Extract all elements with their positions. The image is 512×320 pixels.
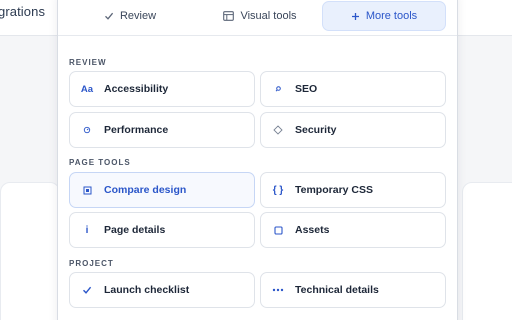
- tool-compare-design[interactable]: Compare design: [69, 172, 255, 208]
- tool-temporary-css[interactable]: { } Temporary CSS: [260, 172, 446, 208]
- tool-label: Accessibility: [104, 83, 169, 95]
- search-icon: [270, 85, 286, 93]
- tab-more-tools[interactable]: More tools: [322, 1, 446, 31]
- tool-seo[interactable]: SEO: [260, 71, 446, 107]
- tab-bar: Review Visual tools More tools: [58, 1, 457, 36]
- tool-label: Compare design: [104, 184, 187, 196]
- tools-panel: Review Visual tools More tools REVIEW Aa…: [57, 0, 458, 320]
- tool-launch-checklist[interactable]: Launch checklist: [69, 272, 255, 308]
- tool-accessibility[interactable]: Aa Accessibility: [69, 71, 255, 107]
- info-icon: i: [85, 224, 89, 236]
- tab-visual-tools[interactable]: Visual tools: [196, 1, 324, 31]
- section-label-page-tools: PAGE TOOLS: [69, 158, 131, 167]
- tool-label: Launch checklist: [104, 284, 190, 296]
- tool-label: Assets: [295, 224, 330, 236]
- compare-icon: [79, 186, 95, 195]
- gauge-icon: [79, 126, 95, 134]
- app-title: grations: [0, 4, 46, 19]
- tool-label: Performance: [104, 124, 169, 136]
- tool-security[interactable]: Security: [260, 112, 446, 148]
- background-card: [0, 182, 60, 320]
- check-icon: [104, 11, 114, 21]
- check-icon: [79, 285, 95, 295]
- background-card: [462, 182, 512, 320]
- tool-technical-details[interactable]: Technical details: [260, 272, 446, 308]
- tab-label: Visual tools: [240, 10, 297, 22]
- table-icon: [223, 11, 235, 21]
- tool-performance[interactable]: Performance: [69, 112, 255, 148]
- plus-icon: [351, 12, 360, 21]
- shield-icon: [270, 125, 286, 135]
- tab-label: More tools: [365, 10, 418, 22]
- tab-label: Review: [119, 10, 157, 22]
- more-dots-icon: [270, 288, 286, 292]
- section-label-project: PROJECT: [69, 259, 114, 268]
- square-icon: [270, 225, 286, 235]
- code-braces-icon: { }: [272, 184, 284, 196]
- text-size-icon: Aa: [80, 83, 94, 95]
- tool-label: Temporary CSS: [295, 184, 373, 196]
- tab-review[interactable]: Review: [66, 1, 194, 31]
- tool-label: Page details: [104, 224, 166, 236]
- tool-page-details[interactable]: i Page details: [69, 212, 255, 248]
- tool-label: Security: [295, 124, 337, 136]
- tool-assets[interactable]: Assets: [260, 212, 446, 248]
- tool-label: Technical details: [295, 284, 379, 296]
- tool-label: SEO: [295, 83, 318, 95]
- section-label-review: REVIEW: [69, 58, 107, 67]
